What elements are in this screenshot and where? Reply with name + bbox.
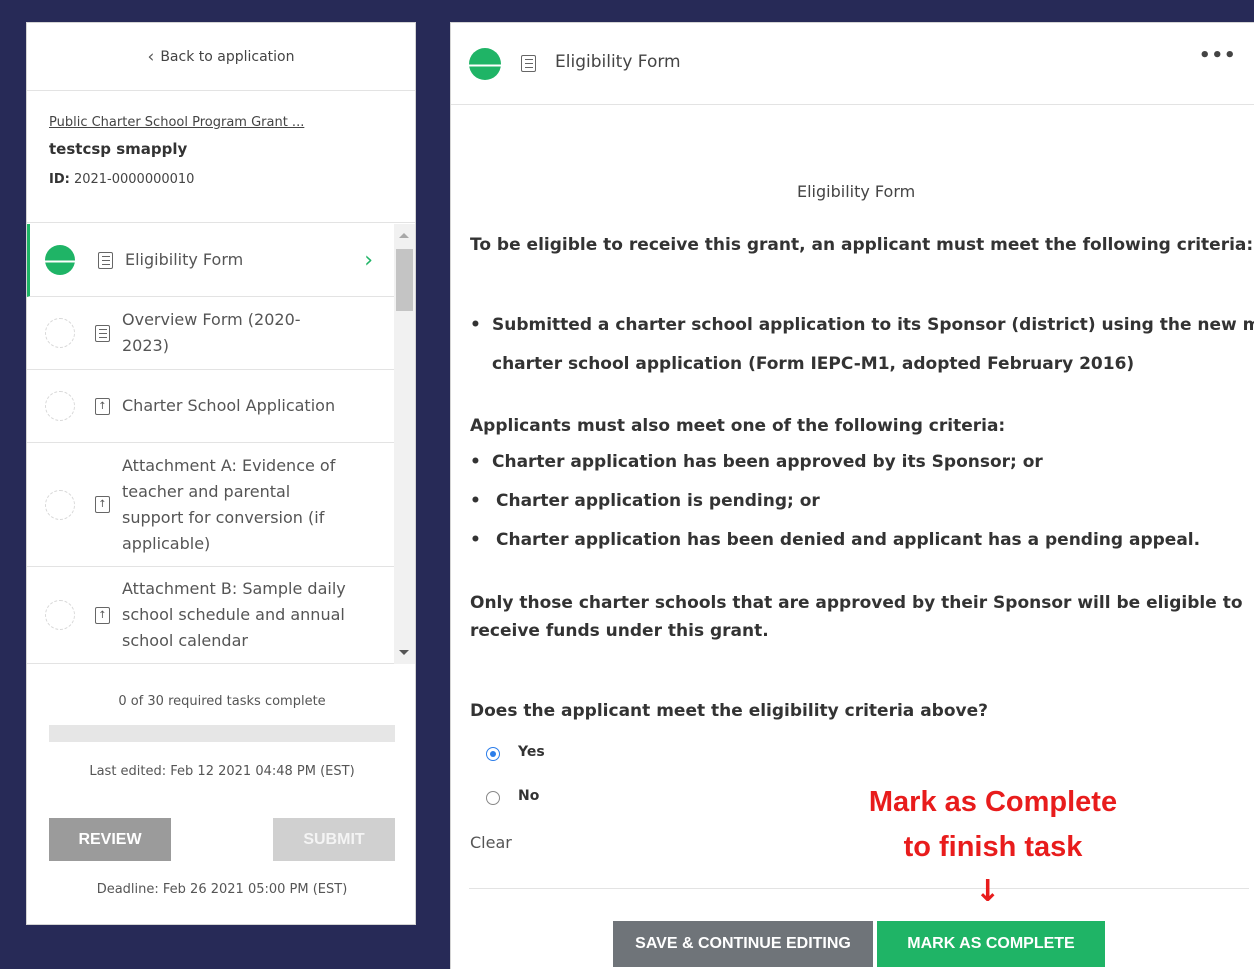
task-item-charter-school-application[interactable]: ↑ Charter School Application <box>27 370 395 443</box>
form-header-title: Eligibility Form <box>555 52 681 72</box>
form-title: Eligibility Form <box>797 182 916 201</box>
task-label: Eligibility Form <box>125 250 244 269</box>
task-status-not-started-icon <box>45 600 75 630</box>
task-item-overview-form[interactable]: Overview Form (2020-2023) <box>27 297 395 370</box>
progress-bar <box>49 725 395 742</box>
yes-radio[interactable] <box>486 747 500 761</box>
also-meet-text: Applicants must also meet one of the fol… <box>470 416 1005 436</box>
criteria-line-1: Submitted a charter school application t… <box>492 315 1254 335</box>
document-icon <box>521 55 536 72</box>
option-text: Charter application is pending; or <box>496 491 820 511</box>
progress-text: 0 of 30 required tasks complete <box>118 694 326 709</box>
task-label: Attachment A: Evidence of teacher and pa… <box>122 455 336 553</box>
upload-icon: ↑ <box>95 397 110 415</box>
more-options-icon[interactable]: ••• <box>1199 45 1237 66</box>
annotation-line-1: Mark as Complete <box>868 786 1118 818</box>
back-to-application-link[interactable]: ‹ Back to application <box>27 23 415 91</box>
task-list: Eligibility Form › Overview Form (2020-2… <box>27 224 395 664</box>
task-label: Charter School Application <box>122 396 336 415</box>
application-sidebar: ‹ Back to application Public Charter Sch… <box>26 22 416 925</box>
scroll-down-icon[interactable] <box>399 650 409 655</box>
chevron-left-icon: ‹ <box>147 46 155 67</box>
mark-complete-button[interactable]: MARK AS COMPLETE <box>877 921 1105 967</box>
bullet-icon: • <box>470 530 481 550</box>
task-label: Attachment B: Sample daily school schedu… <box>122 579 346 650</box>
annotation-line-2: to finish task <box>903 831 1083 863</box>
review-button[interactable]: REVIEW <box>49 818 171 861</box>
no-label[interactable]: No <box>518 788 539 804</box>
deadline: Deadline: Feb 26 2021 05:00 PM (EST) <box>96 882 348 897</box>
back-label: Back to application <box>160 48 295 65</box>
bullet-icon: • <box>470 315 481 335</box>
document-icon <box>95 324 110 342</box>
submit-button[interactable]: SUBMIT <box>273 818 395 861</box>
applicant-name: testcsp smapply <box>49 140 188 158</box>
yes-label[interactable]: Yes <box>518 744 545 760</box>
task-status-in-progress-icon <box>469 48 501 80</box>
instruction-annotation: Mark as Complete to finish task <box>842 780 1144 870</box>
task-label: Overview Form (2020-2023) <box>122 310 301 355</box>
option-text: Charter application has been denied and … <box>496 530 1201 550</box>
also-meet-label: Applicants must also meet one of the fol… <box>470 416 1006 436</box>
document-icon <box>98 251 113 269</box>
task-item-attachment-a[interactable]: ↑ Attachment A: Evidence of teacher and … <box>27 443 395 567</box>
id-value: 2021-0000000010 <box>73 172 195 187</box>
task-list-scrollbar[interactable] <box>394 224 415 664</box>
application-id: ID: 2021-0000000010 <box>49 172 393 187</box>
upload-icon: ↑ <box>95 606 110 624</box>
only-line-2: receive funds under this grant. <box>470 621 769 641</box>
eligibility-question: Does the applicant meet the eligibility … <box>470 701 988 721</box>
intro-text: To be eligible to receive this grant, an… <box>470 235 1254 255</box>
no-radio[interactable] <box>486 791 500 805</box>
form-header: Eligibility Form ••• <box>451 23 1254 105</box>
task-status-in-progress-icon <box>45 245 75 275</box>
task-status-not-started-icon <box>45 391 75 421</box>
down-arrow-icon: ↓ <box>975 874 1001 909</box>
divider <box>469 888 1249 889</box>
program-name-link[interactable]: Public Charter School Program Grant ... <box>49 115 393 130</box>
option-text: Charter application has been approved by… <box>492 452 1043 472</box>
id-label: ID: <box>49 172 70 187</box>
last-edited: Last edited: Feb 12 2021 04:48 PM (EST) <box>89 764 355 779</box>
bullet-icon: • <box>470 491 481 511</box>
upload-icon: ↑ <box>95 496 110 513</box>
application-info: Public Charter School Program Grant ... … <box>27 91 415 223</box>
clear-link[interactable]: Clear <box>470 833 512 852</box>
task-item-attachment-b[interactable]: ↑ Attachment B: Sample daily school sche… <box>27 567 395 664</box>
task-item-eligibility-form[interactable]: Eligibility Form › <box>27 224 395 297</box>
save-continue-button[interactable]: SAVE & CONTINUE EDITING <box>613 921 873 967</box>
scroll-up-icon[interactable] <box>399 233 409 238</box>
task-status-not-started-icon <box>45 318 75 348</box>
only-line-1: Only those charter schools that are appr… <box>470 593 1243 613</box>
task-status-not-started-icon <box>45 489 75 520</box>
scrollbar-thumb[interactable] <box>396 249 413 311</box>
bullet-icon: • <box>470 452 481 472</box>
criteria-line-2: charter school application (Form IEPC-M1… <box>492 354 1135 374</box>
chevron-right-icon: › <box>364 247 373 273</box>
